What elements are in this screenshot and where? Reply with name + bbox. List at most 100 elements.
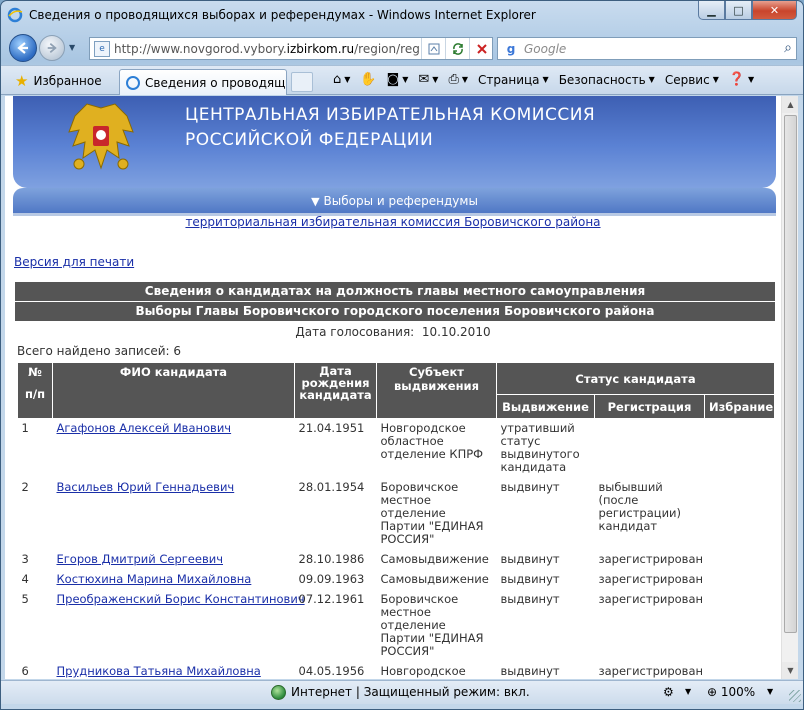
page-icon: e [94,40,110,57]
protected-mode-icon[interactable]: ⚙ [663,685,674,699]
close-button[interactable]: ✕ [752,1,797,20]
section-header: Сведения о кандидатах на должность главы… [15,282,775,301]
help-button[interactable]: ❓ ▼ [725,70,758,89]
cell-number: 2 [21,480,29,494]
home-icon: ⌂ [333,72,342,87]
cell-birth-date: 04.05.1956 [298,664,365,678]
scrollbar-thumb[interactable] [784,115,797,633]
scroll-down-icon[interactable]: ▼ [782,662,798,679]
tools-menu-label: Сервис [664,72,710,87]
cell-number: 1 [21,421,29,435]
table-row: 5 Преображенский Борис Константинович 07.1… [18,590,775,662]
chevron-down-icon: ▼ [344,75,351,84]
printer-icon: ⎙ [448,72,459,87]
stop-icon[interactable] [469,38,493,59]
coat-of-arms-icon [68,103,134,170]
mail-icon: ✉ [418,72,430,87]
tab-active[interactable]: Сведения о проводящ... [119,69,287,95]
address-url[interactable]: http://www.novgorod.vybory.izbirkom.ru/r… [114,42,420,56]
cell-election-status [705,590,775,662]
back-button[interactable] [9,34,37,62]
candidate-link[interactable]: Костюхина Марина Михайловна [57,572,252,586]
safety-menu-label: Безопасность [558,72,646,87]
window-title: Сведения о проводящихся выборах и рефере… [29,8,536,22]
candidate-link[interactable]: Агафонов Алексей Иванович [57,421,232,435]
vertical-scrollbar[interactable]: ▲ ▼ [781,96,798,679]
tab-toolbar: ★ Избранное Сведения о проводящ... ⌂ ▼ ✋ … [1,65,803,95]
tools-menu[interactable]: Сервис ▼ [661,71,723,89]
cell-election-status [705,570,775,590]
column-header-number-bottom: п/п [24,387,46,401]
arrow-right-icon [47,43,57,53]
safety-menu[interactable]: Безопасность ▼ [555,71,659,89]
forward-button[interactable] [39,35,65,61]
cell-nomination-status: выдвинут [500,552,560,566]
column-header-number-top: № [28,365,42,379]
scroll-up-icon[interactable]: ▲ [782,96,798,113]
chevron-down-icon: ▼ [461,75,469,84]
cell-nominating-subject: Самовыдвижение [380,572,489,586]
triangle-down-icon: ▼ [311,194,320,208]
tik-link[interactable]: территориальная избирательная комиссия Б… [5,215,781,229]
cell-number: 3 [21,552,29,566]
chevron-down-icon: ▼ [712,75,719,84]
cell-nomination-status: выдвинут [500,592,560,606]
candidate-link[interactable]: Васильев Юрий Геннадьевич [57,480,235,494]
vote-date-value: 10.10.2010 [421,325,491,339]
cell-nomination-status: выдвинут [500,572,560,586]
page-viewport: ЦЕНТРАЛЬНАЯ ИЗБИРАТЕЛЬНАЯ КОМИССИЯ РОССИ… [5,96,798,679]
navigation-bar: ▼ e http://www.novgorod.vybory.izbirkom.… [1,31,803,65]
history-dropdown-icon[interactable]: ▼ [69,43,75,52]
print-version-link[interactable]: Версия для печати [14,255,134,269]
cell-nomination-status: утративший статус выдвинутого кандидата [500,421,580,474]
command-bar: ⌂ ▼ ✋ ◙ ▼ ✉ ▼ ⎙ ▼ Страница ▼ Безопасность ▼ Се… [329,70,758,89]
resize-grip[interactable] [789,690,801,702]
table-row: 2 Васильев Юрий Геннадьевич 28.01.1954 Боро… [18,478,775,550]
elections-nav[interactable]: ▼ Выборы и референдумы [13,188,776,214]
chevron-down-icon[interactable]: ▼ [767,687,773,696]
cell-registration-status: зарегистрирован [598,552,704,566]
refresh-icon[interactable] [445,38,469,59]
candidates-table: № п/п ФИО кандидата Дата рождения кандид… [17,362,775,679]
print-button[interactable]: ⎙ ▼ [444,70,472,89]
feeds-button[interactable]: ◙ ▼ [383,70,413,89]
column-header-registration: Регистрация [594,394,705,419]
chevron-down-icon: ▼ [542,75,549,84]
candidate-link[interactable]: Преображенский Борис Константинович [57,592,305,606]
status-bar: Интернет | Защищенный режим: вкл. ⚙ ▼ ⊕ … [1,680,803,704]
chevron-down-icon[interactable]: ▼ [685,687,691,696]
mail-button[interactable]: ✉ ▼ [414,70,442,89]
chevron-down-icon: ▼ [402,75,409,84]
minimize-button[interactable]: ▁ [698,1,725,20]
candidate-link[interactable]: Егоров Дмитрий Сергеевич [57,552,224,566]
new-tab-button[interactable] [291,72,313,92]
cell-candidate-name: Агафонов Алексей Иванович [53,419,295,479]
candidate-link[interactable]: Прудникова Татьяна Михайловна [57,664,261,678]
rss-icon: ◙ [386,72,400,87]
compatibility-view-icon[interactable] [421,38,445,59]
vote-date-label: Дата голосования: [295,325,415,339]
records-count-label: Всего найдено записей: [17,344,170,358]
search-input[interactable]: Google [524,42,566,56]
favorites-button[interactable]: ★ Избранное [7,69,110,92]
cell-birth-date: 28.10.1986 [298,552,365,566]
cell-nominating-subject: Новгородское областное отделение КПРФ [380,421,484,461]
cell-birth-date: 09.09.1963 [298,572,365,586]
security-zone[interactable]: Интернет | Защищенный режим: вкл. [291,685,530,699]
home-button[interactable]: ⌂ ▼ [329,70,354,89]
cell-nominating-subject: Боровичское местное отделение Партии "ЕД… [380,592,484,658]
table-row: 1 Агафонов Алексей Иванович 21.04.1951 Новг… [18,419,775,479]
maximize-button[interactable]: □ [725,1,752,20]
search-icon[interactable]: ⌕ [784,40,792,56]
chevron-down-icon: ▼ [748,75,755,84]
cell-election-status [705,478,775,550]
google-icon: g [503,40,519,57]
address-bar[interactable]: e http://www.novgorod.vybory.izbirkom.ru… [89,37,493,60]
page-menu[interactable]: Страница ▼ [474,71,553,89]
hand-button[interactable]: ✋ [356,70,380,89]
zoom-level[interactable]: ⊕ 100% [707,685,755,699]
arrow-left-icon [17,42,28,54]
search-box[interactable]: g Google ⌕ [497,37,797,60]
hand-icon: ✋ [360,72,377,87]
cell-number: 4 [21,572,29,586]
